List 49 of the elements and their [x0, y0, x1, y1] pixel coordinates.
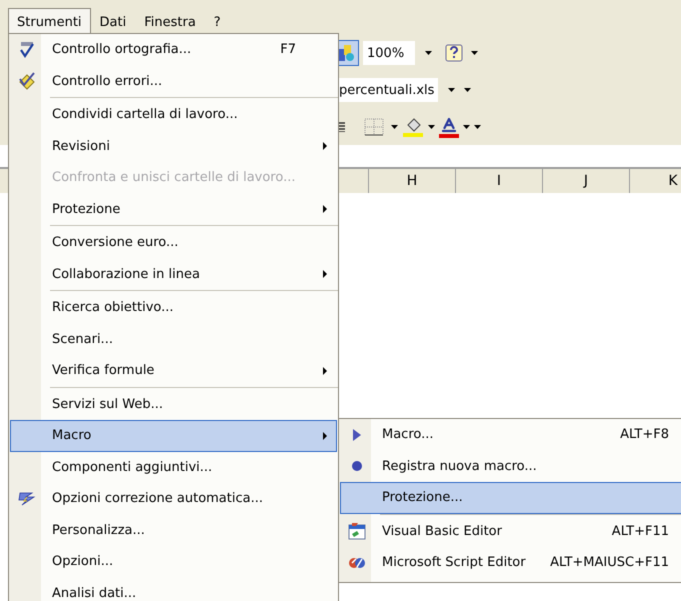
menu-item[interactable]: Microsoft Script Editor ALT+MAIUSC+F11	[340, 547, 681, 578]
column-header[interactable]: J	[542, 169, 629, 193]
menu-item[interactable]: Personalizza...	[10, 514, 337, 546]
menu-bar-item[interactable]: Dati	[90, 8, 136, 35]
caret-icon	[424, 51, 432, 56]
caret-icon	[391, 124, 398, 129]
caret-icon	[463, 124, 470, 129]
record-icon	[352, 461, 362, 472]
menu-item[interactable]: Servizi sul Web...	[10, 388, 337, 420]
menu-item[interactable]: Collaborazione in linea	[10, 258, 337, 290]
column-header[interactable]: H	[368, 169, 455, 193]
caret-icon	[448, 88, 455, 92]
play-icon	[353, 428, 361, 441]
menu-item[interactable]: Controllo ortografia... F7	[10, 34, 337, 66]
spellcheck-icon	[18, 40, 36, 59]
caret-icon	[428, 124, 435, 129]
menu-item[interactable]: Analisi dati...	[10, 578, 337, 601]
drawing-icon	[336, 43, 356, 64]
lightning-icon	[18, 492, 36, 506]
toolbar-options-icon	[471, 51, 478, 56]
toolbar-options-icon	[464, 88, 472, 92]
menu-item[interactable]: Macro... ALT+F8	[340, 419, 681, 450]
script-editor-icon	[348, 556, 366, 570]
menu-item[interactable]: Scenari...	[10, 324, 337, 355]
menu-item[interactable]: Componenti aggiuntivi...	[10, 452, 337, 483]
menu-bar-item[interactable]: Strumenti	[8, 8, 91, 35]
menu-bar-item[interactable]: ?	[204, 8, 230, 35]
menu-item[interactable]: Protezione...	[340, 482, 681, 514]
menu-item[interactable]: Macro	[10, 420, 337, 452]
menu-item[interactable]: Visual Basic Editor ALT+F11	[340, 516, 681, 547]
toolbar-options-icon	[474, 124, 481, 129]
column-header[interactable]: K	[629, 169, 681, 193]
fill-color-icon	[402, 116, 424, 138]
menu-bar-item[interactable]: Finestra	[135, 8, 205, 35]
help-icon	[445, 44, 463, 62]
menu-item[interactable]: Ricerca obiettivo...	[10, 292, 337, 324]
menu-item[interactable]: Registra nuova macro...	[340, 450, 681, 482]
font-color-icon	[439, 116, 459, 138]
editor-window-icon	[348, 522, 366, 540]
column-header[interactable]: I	[455, 169, 542, 193]
menu-item[interactable]: Opzioni...	[10, 546, 337, 578]
menu-item[interactable]: Opzioni correzione automatica...	[10, 483, 337, 514]
menu-item[interactable]: Conversione euro...	[10, 227, 337, 258]
zoom-field[interactable]: 100%	[363, 41, 415, 66]
menu-item[interactable]: Verifica formule	[10, 355, 337, 386]
error-check-icon	[17, 72, 37, 90]
menu-item[interactable]: Protezione	[10, 194, 337, 225]
menu-item[interactable]: Condividi cartella di lavoro...	[10, 99, 337, 130]
menu-item[interactable]: Revisioni	[10, 130, 337, 162]
